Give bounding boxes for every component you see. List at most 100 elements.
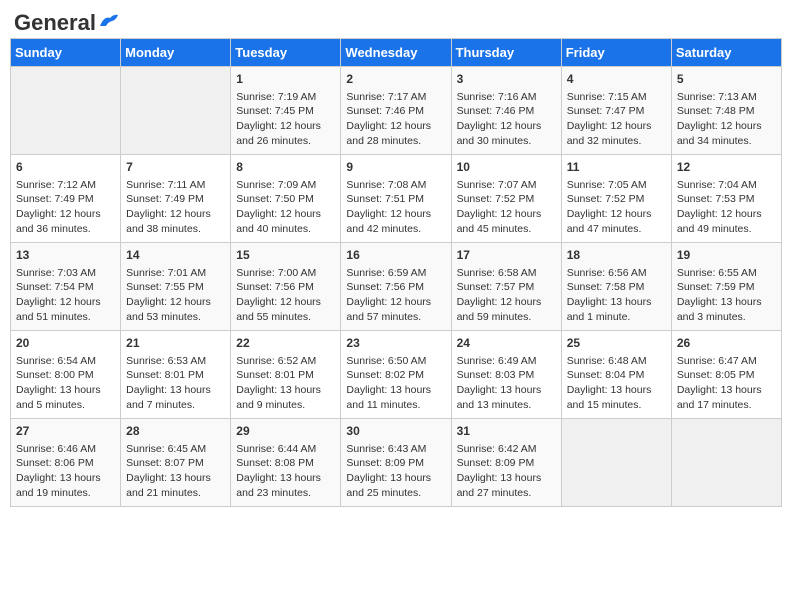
day-number: 28 (126, 423, 225, 440)
day-info: Sunrise: 6:42 AM Sunset: 8:09 PM Dayligh… (457, 442, 556, 501)
day-number: 30 (346, 423, 445, 440)
day-number: 13 (16, 247, 115, 264)
day-info: Sunrise: 7:05 AM Sunset: 7:52 PM Dayligh… (567, 178, 666, 237)
day-number: 16 (346, 247, 445, 264)
day-number: 9 (346, 159, 445, 176)
day-info: Sunrise: 7:11 AM Sunset: 7:49 PM Dayligh… (126, 178, 225, 237)
day-info: Sunrise: 6:55 AM Sunset: 7:59 PM Dayligh… (677, 266, 776, 325)
calendar-header-row: SundayMondayTuesdayWednesdayThursdayFrid… (11, 39, 782, 67)
day-number: 22 (236, 335, 335, 352)
day-info: Sunrise: 7:15 AM Sunset: 7:47 PM Dayligh… (567, 90, 666, 149)
day-number: 5 (677, 71, 776, 88)
day-info: Sunrise: 7:01 AM Sunset: 7:55 PM Dayligh… (126, 266, 225, 325)
calendar-cell: 17 Sunrise: 6:58 AM Sunset: 7:57 PM Dayli… (451, 243, 561, 331)
calendar-cell (671, 419, 781, 507)
calendar-cell: 9 Sunrise: 7:08 AM Sunset: 7:51 PM Daylig… (341, 155, 451, 243)
day-number: 6 (16, 159, 115, 176)
day-number: 14 (126, 247, 225, 264)
day-info: Sunrise: 6:44 AM Sunset: 8:08 PM Dayligh… (236, 442, 335, 501)
day-info: Sunrise: 6:47 AM Sunset: 8:05 PM Dayligh… (677, 354, 776, 413)
calendar-cell: 29 Sunrise: 6:44 AM Sunset: 8:08 PM Dayli… (231, 419, 341, 507)
calendar-cell: 30 Sunrise: 6:43 AM Sunset: 8:09 PM Dayli… (341, 419, 451, 507)
day-number: 10 (457, 159, 556, 176)
calendar-cell: 11 Sunrise: 7:05 AM Sunset: 7:52 PM Dayli… (561, 155, 671, 243)
calendar-cell: 7 Sunrise: 7:11 AM Sunset: 7:49 PM Daylig… (121, 155, 231, 243)
day-number: 1 (236, 71, 335, 88)
calendar-week-3: 20 Sunrise: 6:54 AM Sunset: 8:00 PM Dayli… (11, 331, 782, 419)
day-number: 11 (567, 159, 666, 176)
day-info: Sunrise: 6:54 AM Sunset: 8:00 PM Dayligh… (16, 354, 115, 413)
calendar-cell: 2 Sunrise: 7:17 AM Sunset: 7:46 PM Daylig… (341, 67, 451, 155)
calendar-body: 1Sunrise: 7:19 AM Sunset: 7:45 PM Daylig… (11, 67, 782, 507)
day-number: 19 (677, 247, 776, 264)
calendar-cell: 13Sunrise: 7:03 AM Sunset: 7:54 PM Dayli… (11, 243, 121, 331)
day-info: Sunrise: 7:07 AM Sunset: 7:52 PM Dayligh… (457, 178, 556, 237)
day-info: Sunrise: 6:52 AM Sunset: 8:01 PM Dayligh… (236, 354, 335, 413)
calendar-cell: 12 Sunrise: 7:04 AM Sunset: 7:53 PM Dayli… (671, 155, 781, 243)
day-header-thursday: Thursday (451, 39, 561, 67)
calendar-cell: 26Sunrise: 6:47 AM Sunset: 8:05 PM Dayli… (671, 331, 781, 419)
day-info: Sunrise: 6:43 AM Sunset: 8:09 PM Dayligh… (346, 442, 445, 501)
calendar-table: SundayMondayTuesdayWednesdayThursdayFrid… (10, 38, 782, 507)
calendar-cell (11, 67, 121, 155)
calendar-cell: 25 Sunrise: 6:48 AM Sunset: 8:04 PM Dayli… (561, 331, 671, 419)
day-info: Sunrise: 7:08 AM Sunset: 7:51 PM Dayligh… (346, 178, 445, 237)
day-number: 15 (236, 247, 335, 264)
calendar-week-1: 6Sunrise: 7:12 AM Sunset: 7:49 PM Daylig… (11, 155, 782, 243)
day-header-monday: Monday (121, 39, 231, 67)
calendar-cell: 14 Sunrise: 7:01 AM Sunset: 7:55 PM Dayli… (121, 243, 231, 331)
day-header-wednesday: Wednesday (341, 39, 451, 67)
page-header: General (10, 10, 782, 30)
calendar-cell: 23 Sunrise: 6:50 AM Sunset: 8:02 PM Dayli… (341, 331, 451, 419)
day-number: 8 (236, 159, 335, 176)
calendar-cell: 6Sunrise: 7:12 AM Sunset: 7:49 PM Daylig… (11, 155, 121, 243)
calendar-cell (121, 67, 231, 155)
day-info: Sunrise: 6:50 AM Sunset: 8:02 PM Dayligh… (346, 354, 445, 413)
day-info: Sunrise: 6:53 AM Sunset: 8:01 PM Dayligh… (126, 354, 225, 413)
day-number: 18 (567, 247, 666, 264)
calendar-cell: 24Sunrise: 6:49 AM Sunset: 8:03 PM Dayli… (451, 331, 561, 419)
day-info: Sunrise: 6:48 AM Sunset: 8:04 PM Dayligh… (567, 354, 666, 413)
calendar-cell: 18Sunrise: 6:56 AM Sunset: 7:58 PM Dayli… (561, 243, 671, 331)
day-info: Sunrise: 7:13 AM Sunset: 7:48 PM Dayligh… (677, 90, 776, 149)
calendar-cell: 21 Sunrise: 6:53 AM Sunset: 8:01 PM Dayli… (121, 331, 231, 419)
calendar-cell: 27 Sunrise: 6:46 AM Sunset: 8:06 PM Dayli… (11, 419, 121, 507)
calendar-cell (561, 419, 671, 507)
logo-general: General (14, 10, 96, 36)
day-number: 21 (126, 335, 225, 352)
day-number: 7 (126, 159, 225, 176)
day-number: 25 (567, 335, 666, 352)
day-info: Sunrise: 7:09 AM Sunset: 7:50 PM Dayligh… (236, 178, 335, 237)
day-number: 29 (236, 423, 335, 440)
day-info: Sunrise: 7:04 AM Sunset: 7:53 PM Dayligh… (677, 178, 776, 237)
calendar-cell: 28 Sunrise: 6:45 AM Sunset: 8:07 PM Dayli… (121, 419, 231, 507)
calendar-cell: 22 Sunrise: 6:52 AM Sunset: 8:01 PM Dayli… (231, 331, 341, 419)
calendar-cell: 16 Sunrise: 6:59 AM Sunset: 7:56 PM Dayli… (341, 243, 451, 331)
day-number: 27 (16, 423, 115, 440)
day-number: 2 (346, 71, 445, 88)
calendar-cell: 8 Sunrise: 7:09 AM Sunset: 7:50 PM Daylig… (231, 155, 341, 243)
day-info: Sunrise: 7:16 AM Sunset: 7:46 PM Dayligh… (457, 90, 556, 149)
day-info: Sunrise: 7:17 AM Sunset: 7:46 PM Dayligh… (346, 90, 445, 149)
logo-bird-icon (98, 12, 120, 30)
day-number: 17 (457, 247, 556, 264)
day-number: 23 (346, 335, 445, 352)
day-number: 12 (677, 159, 776, 176)
day-info: Sunrise: 7:00 AM Sunset: 7:56 PM Dayligh… (236, 266, 335, 325)
day-header-sunday: Sunday (11, 39, 121, 67)
calendar-cell: 19 Sunrise: 6:55 AM Sunset: 7:59 PM Dayli… (671, 243, 781, 331)
day-info: Sunrise: 6:46 AM Sunset: 8:06 PM Dayligh… (16, 442, 115, 501)
day-number: 4 (567, 71, 666, 88)
calendar-cell: 31Sunrise: 6:42 AM Sunset: 8:09 PM Dayli… (451, 419, 561, 507)
calendar-week-2: 13Sunrise: 7:03 AM Sunset: 7:54 PM Dayli… (11, 243, 782, 331)
calendar-cell: 3Sunrise: 7:16 AM Sunset: 7:46 PM Daylig… (451, 67, 561, 155)
day-number: 24 (457, 335, 556, 352)
day-number: 20 (16, 335, 115, 352)
day-info: Sunrise: 6:45 AM Sunset: 8:07 PM Dayligh… (126, 442, 225, 501)
logo: General (14, 10, 120, 30)
day-info: Sunrise: 6:58 AM Sunset: 7:57 PM Dayligh… (457, 266, 556, 325)
day-header-friday: Friday (561, 39, 671, 67)
calendar-cell: 10 Sunrise: 7:07 AM Sunset: 7:52 PM Dayli… (451, 155, 561, 243)
calendar-cell: 20 Sunrise: 6:54 AM Sunset: 8:00 PM Dayli… (11, 331, 121, 419)
day-info: Sunrise: 6:59 AM Sunset: 7:56 PM Dayligh… (346, 266, 445, 325)
